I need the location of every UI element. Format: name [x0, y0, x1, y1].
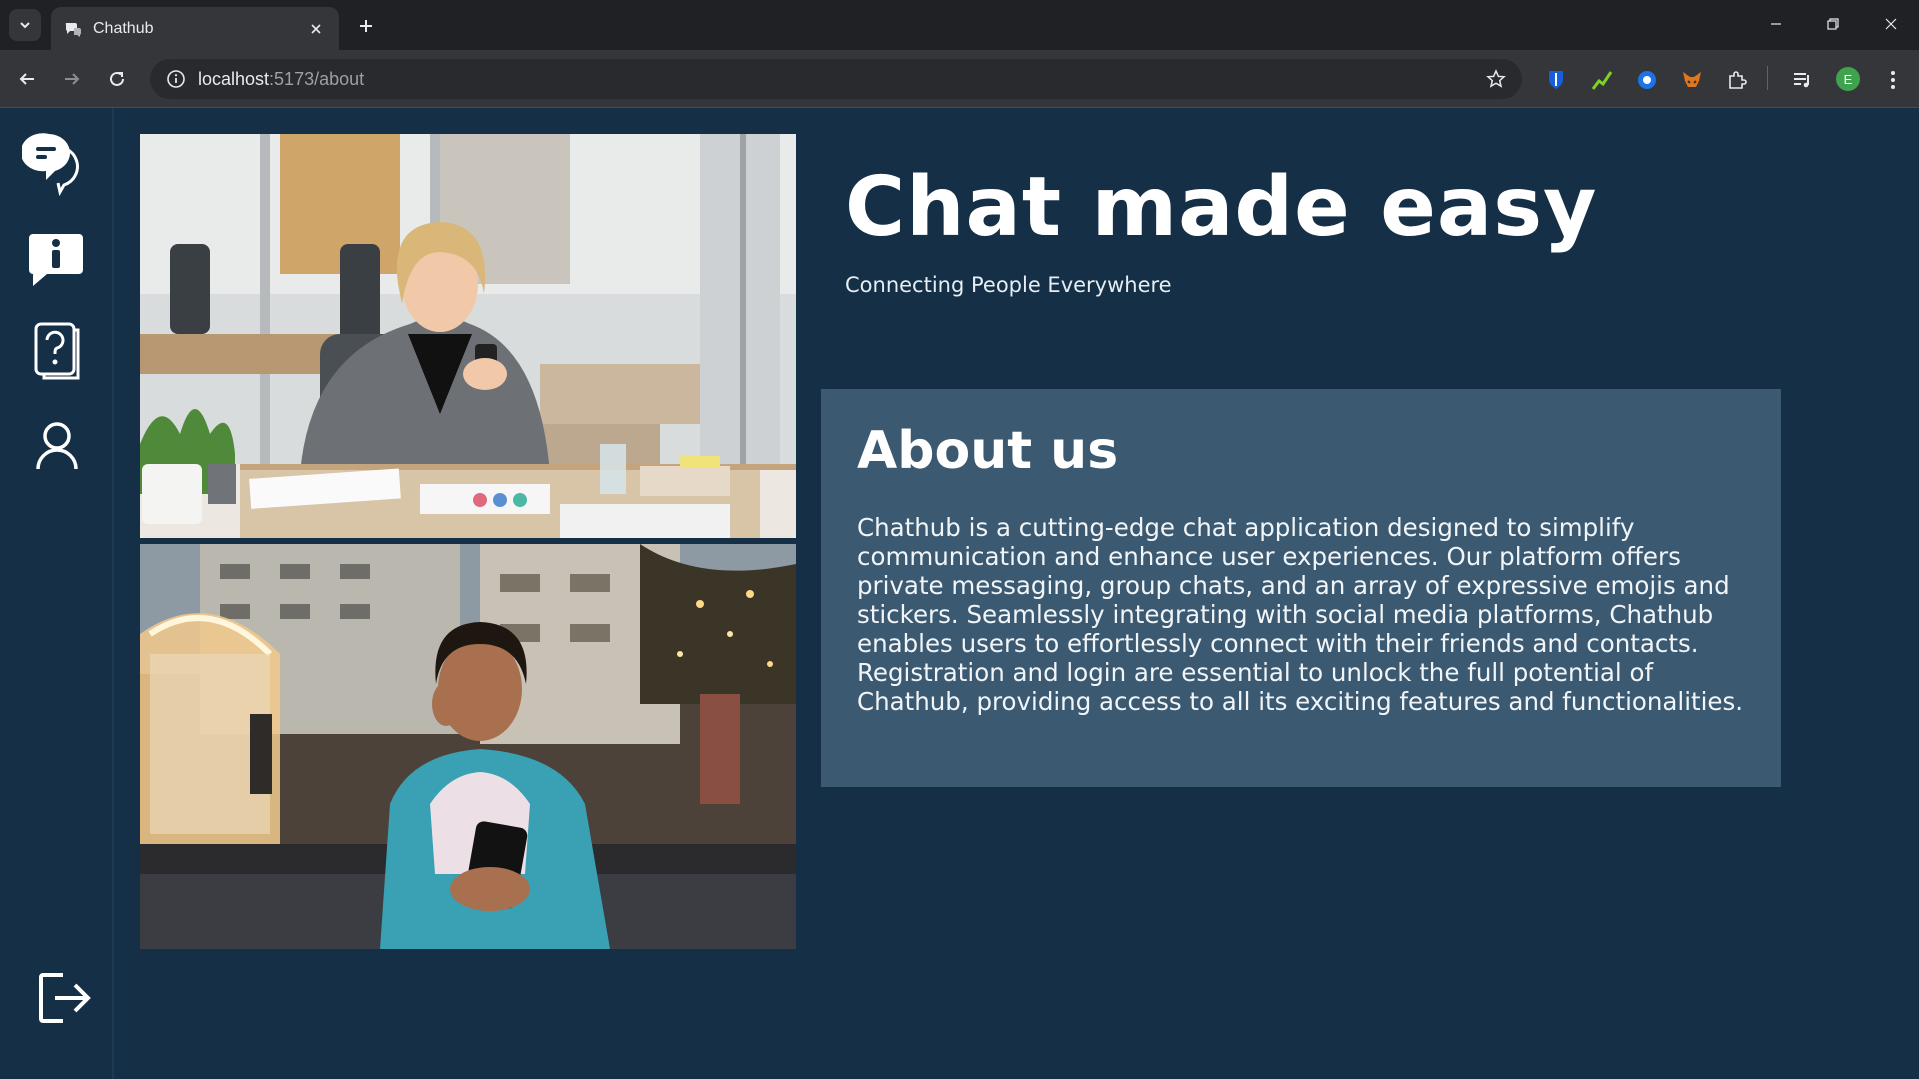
help-question-icon: [34, 322, 80, 380]
url-path: :5173/about: [269, 68, 365, 89]
tab-close-icon[interactable]: [305, 18, 327, 40]
extensions-puzzle-icon[interactable]: [1724, 67, 1750, 93]
chat-bubbles-icon: [22, 133, 79, 196]
bookmark-star-icon[interactable]: [1484, 67, 1508, 91]
toolbar-separator: [1767, 66, 1768, 90]
chevron-down-icon: [20, 22, 30, 29]
user-profile-icon: [36, 422, 78, 470]
browser-toolbar: localhost:5173/about: [0, 50, 1919, 108]
outdoor-photo: [140, 544, 796, 949]
chart-extension-icon[interactable]: [1589, 67, 1615, 93]
reload-icon: [110, 71, 124, 86]
sidebar-item-about[interactable]: [26, 230, 86, 288]
profile-avatar[interactable]: E: [1836, 67, 1860, 91]
restore-icon: [1827, 18, 1839, 30]
arrow-left-icon: [19, 73, 34, 85]
minimize-button[interactable]: [1753, 6, 1799, 42]
minimize-icon: [1771, 23, 1781, 25]
hero-subtitle: Connecting People Everywhere: [845, 273, 1172, 297]
about-title: About us: [857, 421, 1119, 481]
tab-title: Chathub: [93, 19, 154, 37]
media-queue-icon[interactable]: [1789, 67, 1815, 93]
back-button[interactable]: [9, 61, 45, 97]
restore-button[interactable]: [1810, 6, 1856, 42]
new-tab-button[interactable]: [352, 12, 380, 40]
sidebar-item-profile[interactable]: [34, 420, 80, 472]
office-photo: [140, 134, 796, 538]
sidebar-item-chats[interactable]: [22, 130, 88, 196]
about-card: About us Chathub is a cutting-edge chat …: [821, 389, 1781, 787]
logout-button[interactable]: [36, 970, 94, 1026]
close-window-button[interactable]: [1868, 6, 1914, 42]
browser-tab[interactable]: Chathub: [51, 7, 339, 50]
hero-title: Chat made easy: [845, 160, 1598, 255]
chat-favicon-icon: [63, 19, 83, 39]
page: Chat made easy Connecting People Everywh…: [0, 108, 1919, 1079]
about-body: Chathub is a cutting-edge chat applicati…: [857, 513, 1744, 716]
forward-button[interactable]: [54, 61, 90, 97]
reload-button[interactable]: [99, 61, 135, 97]
plus-icon: [360, 20, 372, 32]
info-bubble-icon: [29, 234, 83, 286]
browser-tab-strip: Chathub: [0, 0, 1919, 50]
sidebar-item-help[interactable]: [30, 320, 84, 380]
tab-search-button[interactable]: [9, 9, 41, 41]
metamask-fox-icon[interactable]: [1679, 67, 1705, 93]
site-info-icon[interactable]: [164, 67, 188, 91]
arrow-right-icon: [65, 73, 80, 85]
bitwarden-extension-icon[interactable]: [1543, 67, 1569, 93]
close-icon: [1885, 18, 1897, 30]
more-menu-icon[interactable]: [1880, 67, 1906, 93]
logout-icon: [39, 973, 91, 1023]
address-bar[interactable]: localhost:5173/about: [150, 59, 1522, 99]
url-host: localhost: [198, 68, 270, 89]
sidebar: [0, 108, 114, 1079]
circle-extension-icon[interactable]: [1634, 67, 1660, 93]
